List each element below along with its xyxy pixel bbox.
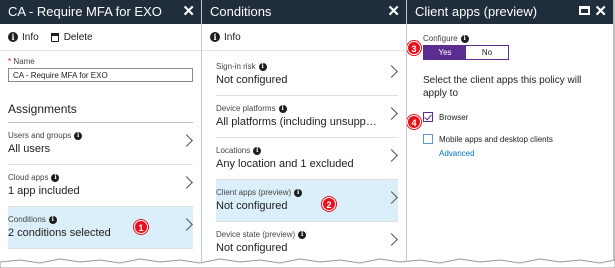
conditions-blade-titlebar: Conditions ✕ [202,0,406,24]
delete-button[interactable]: Delete [50,32,93,43]
client-apps-description: Select the client apps this policy will … [423,75,582,99]
command-bar: i Info Delete [0,24,201,50]
conditions-blade-title: Conditions [210,4,272,19]
step-badge: 4 [407,115,421,129]
info-icon: i [258,63,267,71]
configure-toggle[interactable]: Yes No [423,45,509,60]
browser-option[interactable]: Browser [423,112,603,122]
cloud-apps-item[interactable]: Cloud apps i 1 app included [8,165,193,207]
name-label: * Name [8,57,35,66]
policy-blade: CA - Require MFA for EXO ✕ i Info Delete… [0,0,202,262]
client-apps-blade: Client apps (preview) ✕ Configure i Yes N… [407,0,613,262]
policy-blade-titlebar: CA - Require MFA for EXO ✕ [0,0,201,24]
client-apps-item[interactable]: Client apps (preview) i Not configured 2 [216,180,398,222]
no-option[interactable]: No [466,46,508,59]
close-icon[interactable]: ✕ [594,2,607,20]
info-icon: i [8,32,18,42]
maximize-icon[interactable] [579,6,590,15]
info-icon: i [51,174,60,182]
info-button[interactable]: i Info [210,32,241,43]
conditions-blade: Conditions ✕ i Info Sign-in risk i Not co… [202,0,407,262]
configure-label: Configure i [423,34,603,43]
step-badge: 3 [407,41,421,55]
users-and-groups-item[interactable]: Users and groups i All users [8,123,193,165]
assignments-heading: Assignments [8,82,193,123]
advanced-link[interactable]: Advanced [439,149,603,158]
info-icon: i [298,231,307,239]
sign-in-risk-item[interactable]: Sign-in risk i Not configured [216,54,398,96]
step-badge: 1 [134,220,148,234]
close-icon[interactable]: ✕ [387,2,400,20]
client-apps-content: Configure i Yes No 3 Select the client ap… [407,24,613,158]
info-icon: i [460,35,469,43]
info-icon: i [294,189,303,197]
close-icon[interactable]: ✕ [182,2,195,20]
client-apps-blade-titlebar: Client apps (preview) ✕ [407,0,613,24]
info-icon: i [48,216,57,224]
info-icon: i [74,132,83,140]
info-icon: i [253,147,262,155]
trash-icon [50,32,59,42]
info-icon: i [278,105,287,113]
info-icon: i [210,32,220,42]
info-button[interactable]: i Info [8,32,39,43]
conditions-item[interactable]: Conditions i 2 conditions selected 1 [8,207,193,249]
client-apps-blade-title: Client apps (preview) [415,4,538,19]
yes-option[interactable]: Yes [424,46,466,59]
browser-checkbox[interactable] [423,112,433,122]
step-badge: 2 [322,197,336,211]
mobile-desktop-checkbox[interactable] [423,134,433,144]
name-field[interactable]: CA - Require MFA for EXO [8,68,193,82]
policy-blade-title: CA - Require MFA for EXO [8,4,162,19]
name-section: * Name CA - Require MFA for EXO [0,51,201,82]
locations-item[interactable]: Locations i Any location and 1 excluded [216,138,398,180]
command-bar: i Info [202,24,406,50]
mobile-desktop-option[interactable]: Mobile apps and desktop clients [423,134,603,144]
device-state-item[interactable]: Device state (preview) i Not configured [216,222,398,262]
device-platforms-item[interactable]: Device platforms i All platforms (includi… [216,96,398,138]
